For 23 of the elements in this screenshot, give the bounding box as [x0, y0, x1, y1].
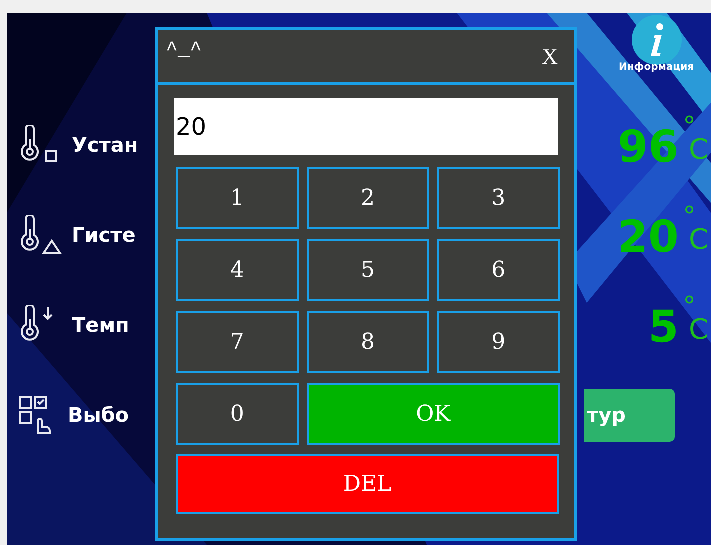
setting-label: Темп: [72, 312, 130, 339]
thermometer-triangle-icon: [18, 215, 62, 255]
close-button[interactable]: X: [534, 40, 566, 72]
digit-key[interactable]: 9: [437, 311, 560, 373]
setting-label: Гисте: [72, 222, 136, 249]
setting-label: Выбо: [68, 402, 130, 429]
number-input[interactable]: 20: [174, 98, 558, 155]
digit-key[interactable]: 2: [306, 167, 430, 229]
digit-key[interactable]: 1: [176, 167, 299, 229]
digit-key[interactable]: 0: [176, 383, 299, 445]
temperature-value: 20: [618, 216, 679, 260]
temperature-value: 5: [648, 306, 679, 350]
digit-key[interactable]: 7: [176, 311, 299, 373]
digit-key[interactable]: 6: [437, 239, 560, 301]
digit-key[interactable]: 5: [306, 239, 430, 301]
digit-key[interactable]: 3: [437, 167, 560, 229]
dialog-title: ^_^: [166, 38, 202, 64]
delete-button[interactable]: DEL: [176, 454, 559, 514]
info-label: Информация: [619, 63, 694, 73]
digit-key[interactable]: 4: [176, 239, 299, 301]
temperature-value: 96: [618, 126, 679, 170]
digit-key[interactable]: 8: [306, 311, 430, 373]
setting-label: Устан: [72, 132, 138, 159]
